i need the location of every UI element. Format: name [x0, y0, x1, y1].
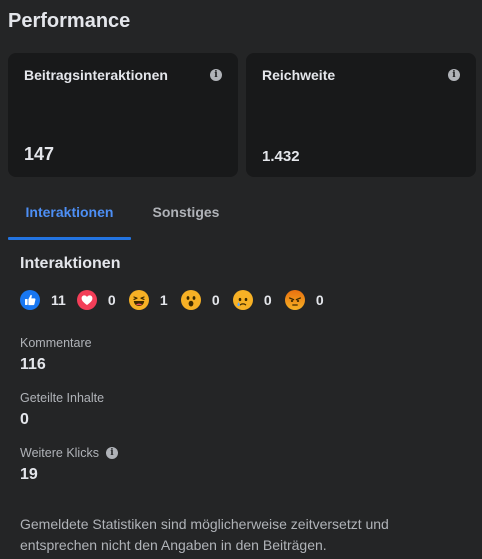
stat-label: Geteilte Inhalte	[20, 391, 104, 405]
stat-label: Kommentare	[20, 336, 92, 350]
reaction-count: 0	[263, 292, 272, 308]
like-icon	[20, 290, 40, 310]
stat-value: 19	[20, 466, 38, 483]
post-interactions-card: Beitragsinteraktionen i 147	[8, 53, 238, 177]
reaction-count: 0	[107, 292, 116, 308]
reaction-haha: 1	[128, 290, 170, 310]
love-icon	[76, 290, 97, 310]
reaction-count: 11	[51, 292, 66, 308]
reaction-count: 0	[211, 292, 220, 308]
card-value: 1.432	[262, 148, 300, 165]
shares-stat: Geteilte Inhalte 0	[20, 391, 104, 429]
reaction-list: 11 0 1 0 0 0	[20, 290, 337, 310]
reaction-count: 0	[315, 292, 324, 308]
info-icon[interactable]: i	[210, 69, 222, 81]
stat-label-text: Weitere Klicks	[20, 446, 99, 460]
stat-label-text: Geteilte Inhalte	[20, 391, 105, 405]
tab-other[interactable]: Sonstiges	[131, 196, 241, 240]
section-title: Interaktionen	[20, 255, 121, 272]
reach-card: Reichweite i 1.432	[246, 53, 476, 177]
stat-value: 0	[20, 411, 29, 428]
wow-icon	[180, 290, 201, 310]
clicks-stat: Weitere Klicks i 19	[20, 446, 118, 484]
card-label: Reichweite	[262, 67, 336, 83]
haha-icon	[128, 290, 149, 310]
reaction-angry: 0	[284, 290, 326, 310]
tab-bar: Interaktionen Sonstiges	[8, 196, 482, 242]
reaction-count: 1	[159, 292, 168, 308]
info-icon[interactable]: i	[105, 447, 118, 459]
info-icon[interactable]: i	[448, 69, 460, 81]
reaction-wow: 0	[180, 290, 222, 310]
disclaimer-text: Gemeldete Statistiken sind möglicherweis…	[20, 516, 389, 553]
reaction-like: 11	[20, 290, 66, 310]
comments-stat: Kommentare 116	[20, 336, 92, 374]
page-title: Performance	[8, 10, 131, 32]
sad-icon	[232, 290, 253, 310]
angry-icon	[284, 290, 305, 310]
card-value: 147	[24, 144, 55, 164]
reaction-love: 0	[76, 290, 118, 310]
stat-label-text: Kommentare	[20, 336, 92, 350]
card-label: Beitragsinteraktionen	[24, 67, 168, 83]
stat-value: 116	[20, 356, 46, 373]
reaction-sad: 0	[232, 290, 274, 310]
tab-interactions[interactable]: Interaktionen	[8, 196, 131, 240]
stat-label: Weitere Klicks i	[20, 446, 118, 460]
